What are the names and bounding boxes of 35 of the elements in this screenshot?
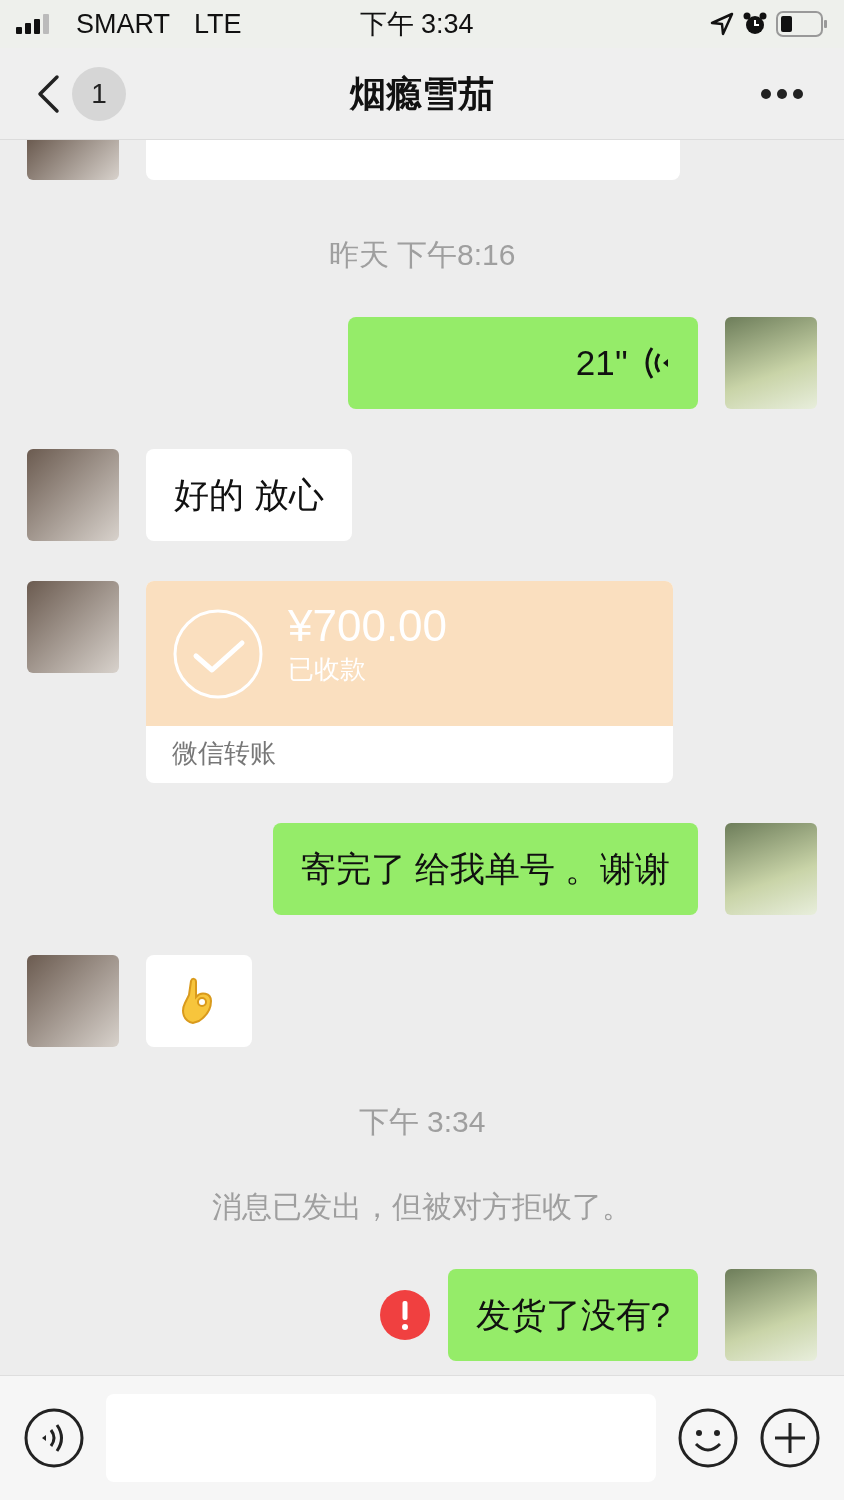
message-bubble: 发货了没有? <box>447 1269 698 1361</box>
alarm-clock-icon <box>742 11 768 37</box>
avatar-photo-placeholder[interactable] <box>725 1269 817 1361</box>
system-notice: 消息已发出，但被对方拒收了。 <box>211 1189 633 1225</box>
check-circle-icon <box>172 607 264 700</box>
plus-button[interactable] <box>760 1408 820 1468</box>
timestamp: 下午 3:34 <box>357 1104 487 1140</box>
chevron-left-icon <box>36 73 60 114</box>
timestamp: 昨天 下午8:16 <box>327 237 517 273</box>
network-type: LTE <box>194 7 242 41</box>
back-button[interactable] <box>36 73 60 114</box>
error-icon[interactable] <box>379 1290 430 1340</box>
chat-title: 烟瘾雪茄 <box>348 71 495 116</box>
avatar-photo-placeholder[interactable] <box>27 140 119 180</box>
transfer-status: 已收款 <box>288 653 367 687</box>
voice-duration: 21'' <box>575 341 628 384</box>
avatar-photo-placeholder[interactable] <box>27 449 119 541</box>
avatar-photo-placeholder[interactable] <box>27 581 119 673</box>
transfer-amount: ¥700.00 <box>288 601 448 651</box>
transfer-card[interactable]: ¥700.00 已收款 微信转账 <box>146 581 673 783</box>
voice-wave-icon <box>644 345 670 381</box>
avatar-photo-placeholder[interactable] <box>27 955 119 1047</box>
voice-input-button[interactable] <box>24 1408 84 1468</box>
emoji-button[interactable] <box>678 1408 738 1468</box>
carrier-name: SMART <box>76 7 170 41</box>
avatar-photo-placeholder[interactable] <box>725 823 817 915</box>
transfer-source: 微信转账 <box>171 737 277 770</box>
message-bubble: 好的 放心 <box>146 449 352 541</box>
battery-icon <box>776 11 828 37</box>
status-time: 下午 3:34 <box>359 7 474 41</box>
location-arrow-icon <box>710 12 734 36</box>
avatar-photo-placeholder[interactable] <box>725 317 817 409</box>
message-bubble: 寄完了 给我单号 。谢谢 <box>272 823 698 915</box>
unread-count: 1 <box>72 66 126 121</box>
voice-message-bubble[interactable]: 21'' <box>348 317 698 409</box>
